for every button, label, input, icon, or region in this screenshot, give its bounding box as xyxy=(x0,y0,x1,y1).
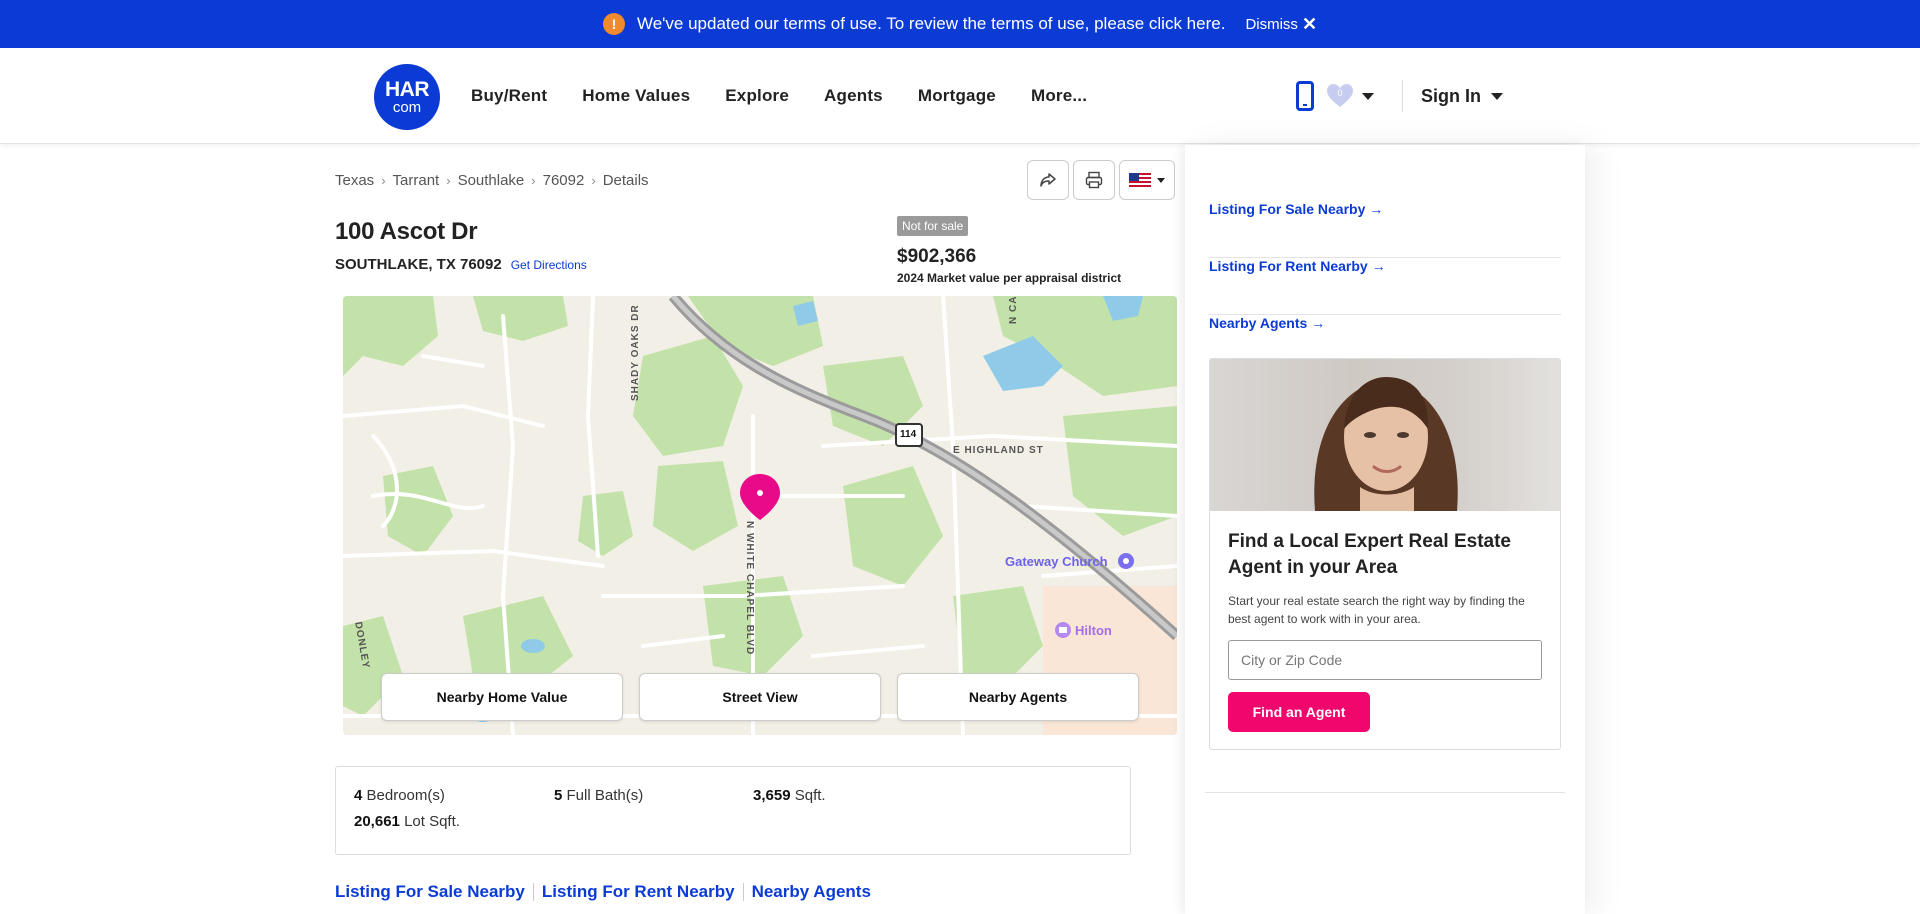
agent-card-title: Find a Local Expert Real Estate Agent in… xyxy=(1228,531,1511,578)
link-divider xyxy=(742,883,744,901)
favorites-heart-icon[interactable]: 0 xyxy=(1326,83,1354,109)
sidebar-divider xyxy=(1205,792,1565,793)
map-label-highland: E HIGHLAND ST xyxy=(953,445,1044,456)
nav-more[interactable]: More... xyxy=(1031,86,1087,106)
print-button[interactable] xyxy=(1073,160,1115,200)
fact-bedrooms: 4 Bedroom(s) xyxy=(354,787,445,804)
listing-for-rent-nearby-link[interactable]: Listing For Rent Nearby xyxy=(542,882,735,902)
terms-notice-link[interactable]: We've updated our terms of use. To revie… xyxy=(637,14,1225,34)
sidebar-link-for-rent[interactable]: Listing For Rent Nearby → xyxy=(1209,258,1561,315)
agent-card-description: Start your real estate search the right … xyxy=(1228,594,1525,626)
dismiss-label: Dismiss xyxy=(1245,15,1298,33)
sign-in-label: Sign In xyxy=(1421,85,1481,106)
breadcrumb: Texas › Tarrant › Southlake › 76092 › De… xyxy=(335,172,649,189)
breadcrumb-texas[interactable]: Texas xyxy=(335,172,374,189)
fact-bedrooms-value: 4 xyxy=(354,787,363,804)
header-divider xyxy=(1402,80,1403,112)
nav-mortgage[interactable]: Mortgage xyxy=(918,86,996,106)
fact-bedrooms-label: Bedroom(s) xyxy=(366,787,445,804)
price-note: 2024 Market value per appraisal district xyxy=(897,271,1122,285)
status-badge: Not for sale xyxy=(897,216,969,236)
breadcrumb-tarrant[interactable]: Tarrant xyxy=(393,172,440,189)
language-selector[interactable] xyxy=(1119,160,1175,200)
map-action-buttons: Nearby Home Value Street View Nearby Age… xyxy=(381,673,1155,721)
chevron-right-icon: › xyxy=(446,173,451,188)
map-label-shady-oaks: SHADY OAKS DR xyxy=(630,304,641,401)
breadcrumb-details: Details xyxy=(602,172,649,189)
print-icon xyxy=(1085,171,1103,189)
listing-tools xyxy=(1027,160,1175,200)
fact-lot-label: Lot Sqft. xyxy=(404,813,460,830)
chevron-down-icon xyxy=(1157,177,1165,183)
sidebar-link-for-rent-label: Listing For Rent Nearby → xyxy=(1209,258,1386,274)
breadcrumb-southlake[interactable]: Southlake xyxy=(458,172,525,189)
listing-city-line: SOUTHLAKE, TX 76092 Get Directions xyxy=(335,256,587,273)
fact-sqft: 3,659 Sqft. xyxy=(753,787,826,804)
us-flag-icon xyxy=(1129,173,1151,187)
location-map[interactable]: SHADY OAKS DR N WHITE CHAPEL BLVD E HIGH… xyxy=(343,296,1177,735)
get-directions-link[interactable]: Get Directions xyxy=(511,258,587,272)
mobile-phone-icon[interactable] xyxy=(1296,81,1314,111)
property-facts: 4 Bedroom(s) 5 Full Bath(s) 3,659 Sqft. … xyxy=(335,766,1131,855)
logo-text-top: HAR xyxy=(385,78,430,101)
street-view-button[interactable]: Street View xyxy=(639,673,881,721)
listing-price: $902,366 xyxy=(897,246,977,267)
chevron-right-icon: › xyxy=(531,173,536,188)
link-divider xyxy=(532,883,534,901)
map-poi-hotel[interactable]: Hilton xyxy=(1075,623,1112,638)
sign-in-button[interactable]: Sign In xyxy=(1421,86,1503,107)
favorites-dropdown-icon[interactable] xyxy=(1362,92,1374,100)
favorites-count: 0 xyxy=(1337,88,1343,98)
nav-explore[interactable]: Explore xyxy=(725,86,789,106)
fact-baths-value: 5 xyxy=(554,787,563,804)
fact-baths: 5 Full Bath(s) xyxy=(554,787,643,804)
nearby-agents-map-button[interactable]: Nearby Agents xyxy=(897,673,1139,721)
fact-lot-value: 20,661 xyxy=(354,813,400,830)
city-zip-input[interactable] xyxy=(1228,640,1542,680)
nav-home-values[interactable]: Home Values xyxy=(582,86,690,106)
map-poi-church[interactable]: Gateway Church xyxy=(1005,554,1108,569)
share-icon xyxy=(1040,173,1056,187)
main-nav: Buy/Rent Home Values Explore Agents Mort… xyxy=(471,48,1122,144)
map-route-shield: 114 xyxy=(900,429,917,440)
map-label-white-chapel: N WHITE CHAPEL BLVD xyxy=(744,521,755,656)
har-logo[interactable]: HAR com xyxy=(374,64,440,130)
close-icon: ✕ xyxy=(1301,13,1318,34)
fact-sqft-value: 3,659 xyxy=(753,787,791,804)
city-state-zip: SOUTHLAKE, TX 76092 xyxy=(335,256,502,273)
sidebar-link-agents-label: Nearby Agents → xyxy=(1209,315,1326,331)
chevron-right-icon: › xyxy=(381,173,386,188)
breadcrumb-zip[interactable]: 76092 xyxy=(543,172,585,189)
find-agent-button[interactable]: Find an Agent xyxy=(1228,692,1370,732)
nearby-links-row: Listing For Sale Nearby Listing For Rent… xyxy=(335,882,871,902)
share-button[interactable] xyxy=(1027,160,1069,200)
fact-baths-label: Full Bath(s) xyxy=(566,787,644,804)
sidebar-link-for-sale-label: Listing For Sale Nearby → xyxy=(1209,201,1384,217)
nav-buy-rent[interactable]: Buy/Rent xyxy=(471,86,547,106)
sidebar-link-for-sale[interactable]: Listing For Sale Nearby → xyxy=(1209,201,1561,258)
find-agent-card: Find a Local Expert Real Estate Agent in… xyxy=(1209,358,1561,750)
logo-text-bottom: com xyxy=(392,99,422,116)
listing-address: 100 Ascot Dr xyxy=(335,218,478,245)
chevron-right-icon: › xyxy=(591,173,596,188)
site-header: HAR com Buy/Rent Home Values Explore Age… xyxy=(0,48,1920,144)
header-actions: 0 Sign In xyxy=(1296,48,1503,144)
chevron-down-icon xyxy=(1491,92,1503,100)
agent-photo xyxy=(1210,359,1560,511)
map-location-pin-icon[interactable] xyxy=(748,468,772,518)
map-label-nca: N CA xyxy=(1008,296,1019,324)
nearby-agents-link[interactable]: Nearby Agents xyxy=(752,882,871,902)
warning-icon: ! xyxy=(602,13,625,35)
nearby-home-value-button[interactable]: Nearby Home Value xyxy=(381,673,623,721)
nav-agents[interactable]: Agents xyxy=(824,86,883,106)
terms-notice-bar: ! We've updated our terms of use. To rev… xyxy=(0,0,1920,48)
dismiss-button[interactable]: Dismiss ✕ xyxy=(1245,14,1317,35)
fact-sqft-label: Sqft. xyxy=(794,787,826,804)
listing-for-sale-nearby-link[interactable]: Listing For Sale Nearby xyxy=(335,882,525,902)
fact-lot: 20,661 Lot Sqft. xyxy=(354,813,460,830)
